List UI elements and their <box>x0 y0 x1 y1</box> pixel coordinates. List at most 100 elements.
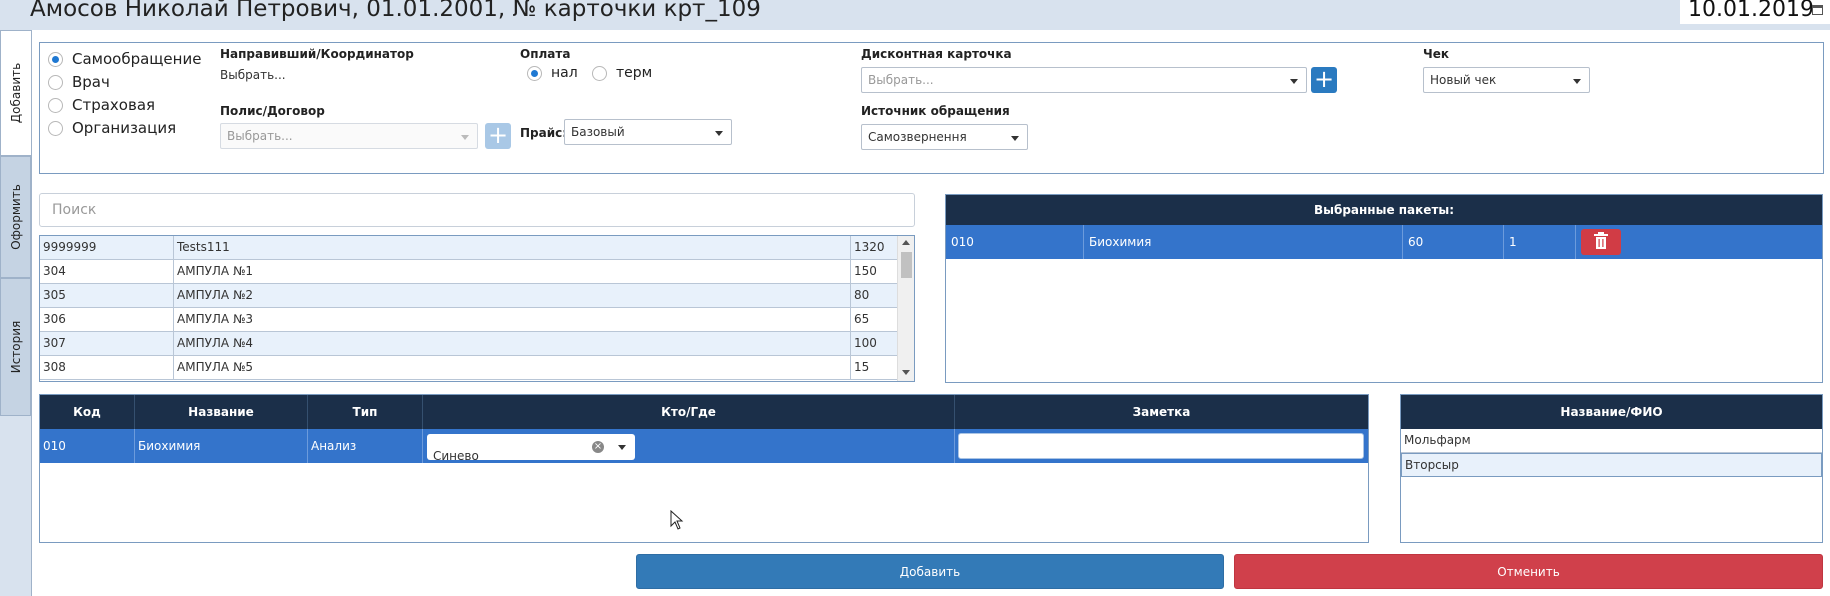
table-row[interactable]: 305 АМПУЛА №2 80 <box>40 284 898 308</box>
check-select[interactable]: Новый чек <box>1423 67 1590 93</box>
add-policy-button[interactable]: + <box>485 123 511 149</box>
chevron-down-icon <box>1011 136 1019 141</box>
radio-insurance[interactable]: Страховая <box>48 96 155 114</box>
payment-label: Оплата <box>520 47 571 61</box>
radio-self-indicator[interactable] <box>48 51 63 67</box>
source-value: Самозвернення <box>868 130 967 144</box>
tab-add[interactable]: Добавить <box>0 30 31 156</box>
service-price: 80 <box>851 284 898 308</box>
tab-checkout[interactable]: Оформить <box>0 156 31 278</box>
who-select[interactable]: Синево × <box>427 434 635 463</box>
tab-history[interactable]: История <box>0 278 31 416</box>
radio-self[interactable]: Самообращение <box>48 50 201 68</box>
order-table-header: Код Название Тип Кто/Где Заметка <box>40 395 1368 429</box>
radio-organization-indicator[interactable] <box>48 120 63 136</box>
package-qty: 1 <box>1504 225 1576 259</box>
column-header-who: Кто/Где <box>423 395 955 429</box>
mouse-cursor-icon <box>670 510 684 530</box>
radio-doctor-indicator[interactable] <box>48 74 63 90</box>
services-table: 9999999 Tests111 1320 304 АМПУЛА №1 150 … <box>39 235 915 382</box>
radio-terminal-indicator[interactable] <box>592 65 607 81</box>
policy-label: Полис/Договор <box>220 104 325 118</box>
plus-icon: + <box>487 121 509 149</box>
service-code: 308 <box>40 356 174 380</box>
radio-cash[interactable]: нал <box>527 65 578 81</box>
radio-doctor[interactable]: Врач <box>48 73 110 91</box>
price-value: Базовый <box>571 125 625 139</box>
radio-cash-indicator[interactable] <box>527 65 542 81</box>
table-row[interactable]: 304 АМПУЛА №1 150 <box>40 260 898 284</box>
radio-self-label: Самообращение <box>72 50 202 68</box>
clear-icon[interactable]: × <box>592 441 604 453</box>
services-scrollbar[interactable] <box>897 236 914 381</box>
packages-header: Выбранные пакеты: <box>946 195 1822 225</box>
service-code: 304 <box>40 260 174 284</box>
service-price: 65 <box>851 308 898 332</box>
calendar-icon[interactable] <box>1812 5 1823 15</box>
table-row[interactable]: 9999999 Tests111 1320 <box>40 236 898 260</box>
trash-icon <box>1594 232 1608 249</box>
tab-add-label: Добавить <box>9 62 23 124</box>
chevron-down-icon <box>1290 79 1298 84</box>
table-row[interactable]: 306 АМПУЛА №3 65 <box>40 308 898 332</box>
delete-package-button[interactable] <box>1581 229 1621 255</box>
radio-insurance-indicator[interactable] <box>48 97 63 113</box>
chevron-down-icon <box>1573 79 1581 84</box>
scroll-up-icon[interactable] <box>902 240 910 245</box>
column-header-name: Название <box>135 395 308 429</box>
radio-cash-label: нал <box>551 65 578 81</box>
list-item[interactable]: Вторсыр <box>1401 453 1822 477</box>
order-name: Биохимия <box>135 429 308 463</box>
service-code: 305 <box>40 284 174 308</box>
table-row[interactable]: 308 АМПУЛА №5 15 <box>40 356 898 380</box>
plus-icon: + <box>1313 65 1335 93</box>
coordinator-label: Направивший/Координатор <box>220 47 414 61</box>
chevron-down-icon <box>461 135 469 140</box>
policy-placeholder: Выбрать... <box>227 129 293 143</box>
radio-terminal[interactable]: терм <box>592 65 652 81</box>
tab-checkout-label: Оформить <box>8 184 23 250</box>
service-name: АМПУЛА №3 <box>174 308 851 332</box>
service-code: 306 <box>40 308 174 332</box>
scroll-down-icon[interactable] <box>902 370 910 375</box>
table-row[interactable]: 010 Биохимия 60 1 <box>946 225 1822 259</box>
service-price: 150 <box>851 260 898 284</box>
service-price: 15 <box>851 356 898 380</box>
service-name: АМПУЛА №5 <box>174 356 851 380</box>
search-input[interactable] <box>40 194 914 226</box>
selected-packages-panel: Выбранные пакеты: 010 Биохимия 60 1 <box>945 194 1823 383</box>
price-select[interactable]: Базовый <box>564 119 732 145</box>
add-discount-button[interactable]: + <box>1311 67 1337 93</box>
table-row[interactable]: 010 Биохимия Анализ Синево × <box>40 429 1368 463</box>
search-box[interactable] <box>39 193 915 227</box>
coordinator-select[interactable]: Выбрать... <box>220 68 286 82</box>
names-header: Название/ФИО <box>1401 395 1822 429</box>
package-price: 60 <box>1403 225 1504 259</box>
discount-select[interactable]: Выбрать... <box>861 67 1307 93</box>
chevron-down-icon <box>715 131 723 136</box>
date-value: 10.01.2019 <box>1688 0 1814 22</box>
column-header-code: Код <box>40 395 135 429</box>
add-button[interactable]: Добавить <box>636 554 1224 589</box>
note-input[interactable] <box>958 433 1364 459</box>
order-table: Код Название Тип Кто/Где Заметка 010 Био… <box>39 394 1369 543</box>
radio-organization[interactable]: Организация <box>48 119 176 137</box>
radio-doctor-label: Врач <box>72 73 110 91</box>
table-row[interactable]: 307 АМПУЛА №4 100 <box>40 332 898 356</box>
radio-organization-label: Организация <box>72 119 177 137</box>
check-label: Чек <box>1423 47 1449 61</box>
service-code: 9999999 <box>40 236 174 260</box>
order-note-cell <box>955 429 1368 463</box>
source-label: Источник обращения <box>861 104 1010 118</box>
service-name: АМПУЛА №2 <box>174 284 851 308</box>
list-item[interactable]: Мольфарм <box>1401 429 1822 453</box>
source-select[interactable]: Самозвернення <box>861 124 1028 150</box>
package-code: 010 <box>946 225 1084 259</box>
policy-select[interactable]: Выбрать... <box>220 123 478 149</box>
who-value: Синево <box>433 449 479 463</box>
scrollbar-thumb[interactable] <box>901 252 912 278</box>
chevron-down-icon[interactable] <box>618 445 626 450</box>
cancel-button[interactable]: Отменить <box>1234 554 1823 589</box>
service-price: 100 <box>851 332 898 356</box>
service-price: 1320 <box>851 236 898 260</box>
